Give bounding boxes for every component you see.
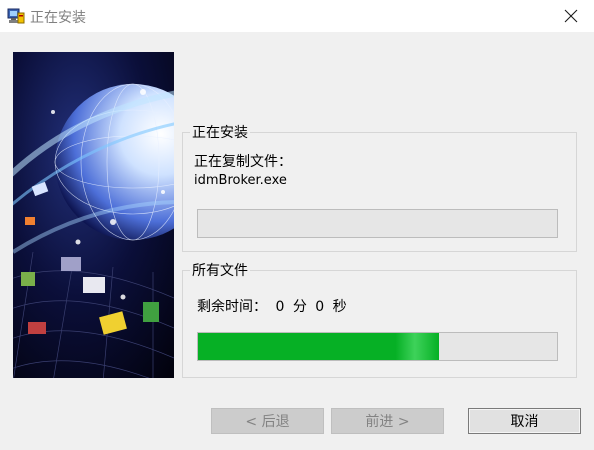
globe-network-artwork [13,52,174,378]
time-remaining-label: 剩余时间： [197,299,267,315]
side-banner-image [13,52,174,378]
minutes-value: 0 [275,299,285,315]
file-progress-bar [197,209,558,238]
seconds-unit: 秒 [332,299,347,315]
current-file-name: idmBroker.exe [194,173,287,188]
next-button[interactable]: 前进 > [331,408,444,434]
total-progress-bar [197,332,558,361]
installer-computer-icon [7,7,25,25]
back-button[interactable]: < 后退 [211,408,324,434]
window-title: 正在安装 [30,10,86,26]
time-remaining: 剩余时间： 0 分 0 秒 [197,296,347,316]
total-progress-fill [198,333,439,360]
seconds-value: 0 [315,299,325,315]
installing-group-legend: 正在安装 [192,125,248,141]
cancel-button[interactable]: 取消 [468,408,581,434]
minutes-unit: 分 [292,299,307,315]
close-icon [564,9,578,23]
all-files-group-legend: 所有文件 [192,263,248,279]
close-button[interactable] [548,0,594,32]
title-bar: 正在安装 [0,0,594,32]
copying-files-label: 正在复制文件： [194,154,292,170]
